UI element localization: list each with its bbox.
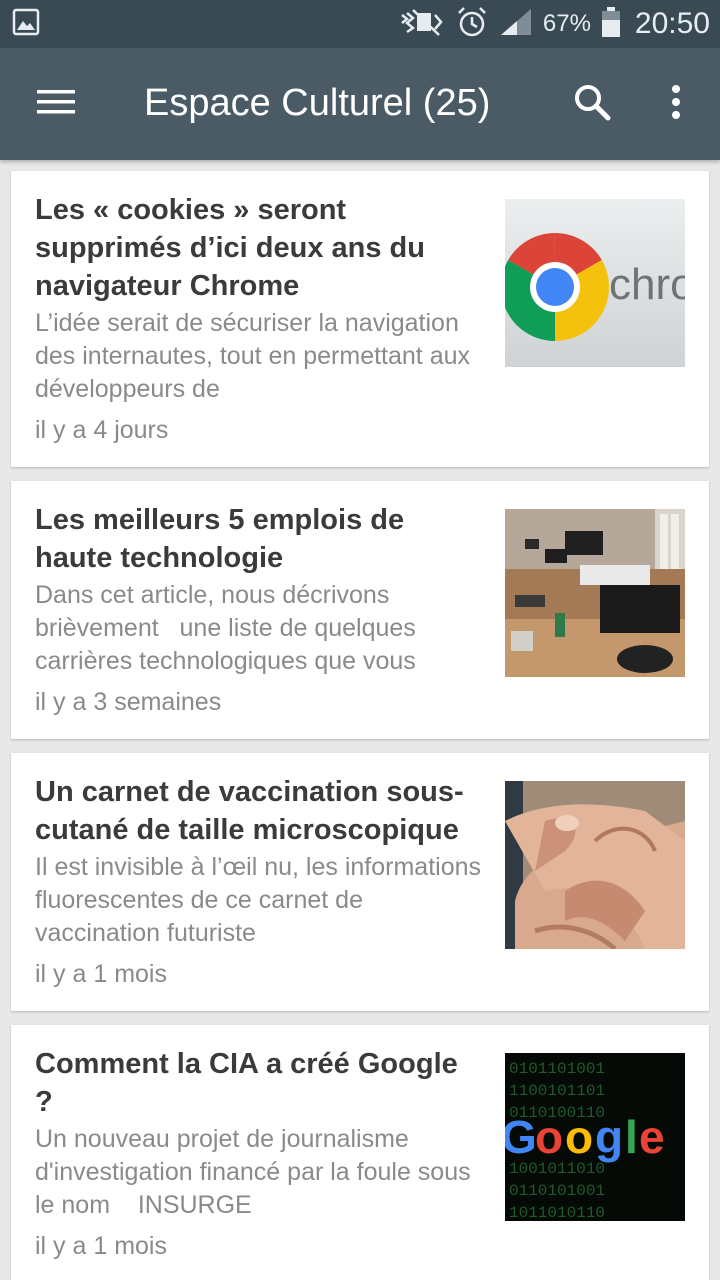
alarm-icon (455, 5, 489, 44)
article-summary: L’idée serait de sécuriser la navigation… (35, 309, 477, 403)
article-title: Comment la CIA a créé Google ? (35, 1048, 458, 1118)
article-title: Un carnet de vaccination sous-cutané de … (35, 776, 464, 846)
article-text: Les « cookies » seront supprimés d’ici d… (35, 191, 483, 447)
search-icon (573, 83, 611, 126)
article-date: il y a 4 jours (35, 416, 169, 444)
menu-button[interactable] (22, 84, 90, 124)
article-date: il y a 1 mois (35, 1232, 167, 1260)
mute-icon (399, 7, 445, 42)
svg-text:0110101001: 0110101001 (509, 1182, 605, 1200)
svg-text:o: o (535, 1111, 563, 1163)
chrome-logo-image: chrom (505, 199, 685, 367)
article-card[interactable]: Comment la CIA a créé Google ? Un nouvea… (11, 1025, 709, 1280)
app-bar: Espace Culturel (25) (0, 48, 720, 160)
clock: 20:50 (634, 7, 710, 40)
thumb-brand-text: G (505, 1111, 537, 1163)
signal-icon (499, 7, 533, 42)
article-title: Les meilleurs 5 emplois de haute technol… (35, 504, 405, 574)
svg-text:0101101001: 0101101001 (509, 1060, 605, 1078)
article-text: Comment la CIA a créé Google ? Un nouvea… (35, 1045, 483, 1263)
battery-percent: 67% (542, 10, 591, 37)
status-bar: 67% 20:50 (0, 0, 720, 48)
battery-icon (601, 6, 621, 43)
svg-text:1011010110: 1011010110 (509, 1204, 605, 1221)
article-date: il y a 1 mois (35, 960, 167, 988)
article-card[interactable]: Les « cookies » seront supprimés d’ici d… (11, 171, 709, 467)
article-text: Les meilleurs 5 emplois de haute technol… (35, 501, 483, 719)
svg-text:o: o (565, 1111, 593, 1163)
svg-text:g: g (595, 1111, 623, 1163)
google-logo-image: 0101101001 1100101101 0110100110 1001011… (505, 1053, 685, 1221)
office-photo-image (505, 509, 685, 677)
article-title: Les « cookies » seront supprimés d’ici d… (35, 194, 425, 302)
article-card[interactable]: Un carnet de vaccination sous-cutané de … (11, 753, 709, 1011)
article-summary: Un nouveau projet de journalisme d'inves… (35, 1125, 478, 1219)
article-text: Un carnet de vaccination sous-cutané de … (35, 773, 483, 991)
article-summary: Dans cet article, nous décrivons brièvem… (35, 581, 423, 675)
page-title: Espace Culturel (25) (144, 82, 491, 124)
search-button[interactable] (566, 78, 618, 130)
svg-text:e: e (639, 1111, 665, 1163)
article-summary: Il est invisible à l’œil nu, les informa… (35, 853, 488, 947)
svg-text:1100101101: 1100101101 (509, 1082, 605, 1100)
menu-icon (37, 88, 75, 121)
article-date: il y a 3 semaines (35, 688, 222, 716)
svg-text:l: l (625, 1111, 638, 1163)
gallery-icon (12, 8, 40, 41)
hands-photo-image (505, 781, 685, 949)
more-options-button[interactable] (652, 78, 700, 130)
more-vert-icon (671, 84, 681, 125)
article-card[interactable]: Les meilleurs 5 emplois de haute technol… (11, 481, 709, 739)
thumb-brand-text: chrom (609, 260, 685, 309)
